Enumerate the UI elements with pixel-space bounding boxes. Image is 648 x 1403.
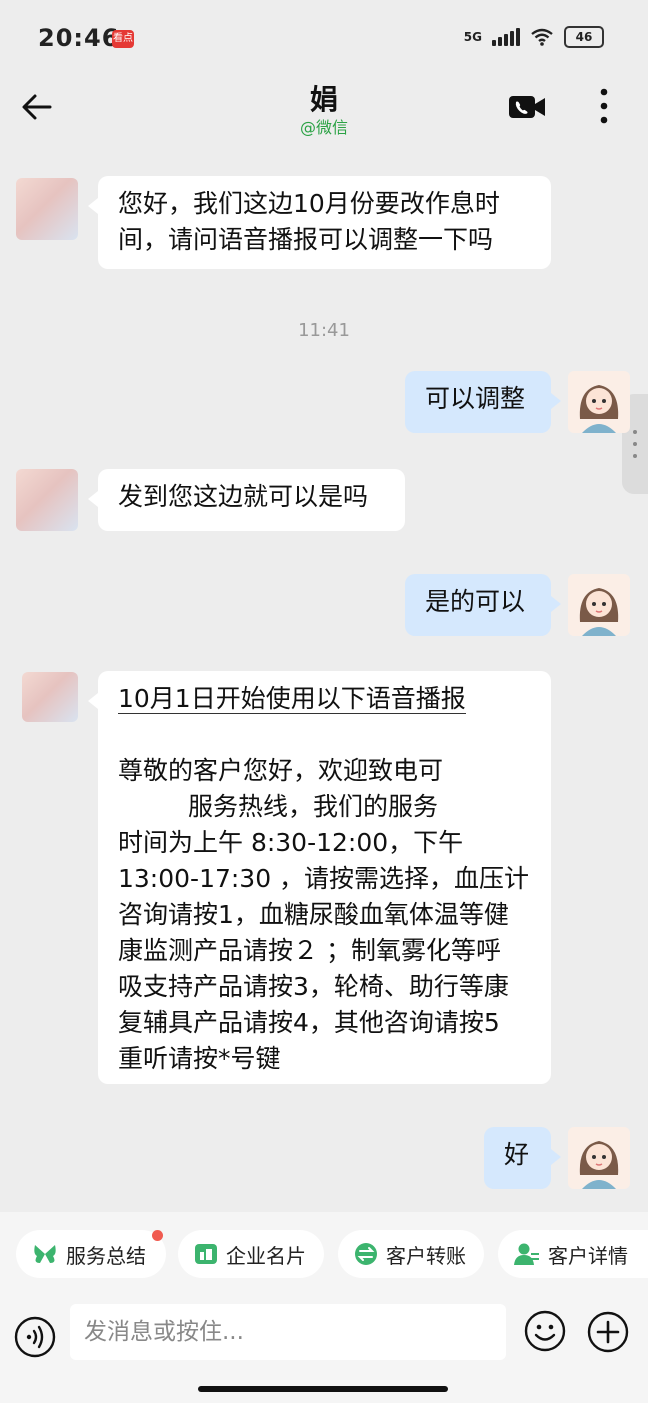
transfer-icon	[355, 1243, 377, 1265]
voice-input-icon[interactable]	[14, 1316, 56, 1358]
message-timestamp: 11:41	[298, 320, 350, 341]
message-bubble[interactable]: 您好，我们这边10月份要改作息时 间，请问语音播报可以调整一下吗	[88, 176, 551, 269]
message-bubble[interactable]: 发到您这边就可以是吗	[88, 469, 405, 531]
battery-indicator: 46	[564, 26, 604, 48]
message-input[interactable]: 发消息或按住...	[70, 1304, 506, 1360]
home-indicator[interactable]	[198, 1386, 448, 1392]
self-avatar[interactable]	[568, 371, 630, 433]
business-card-button[interactable]: 企业名片	[178, 1230, 324, 1278]
contact-avatar[interactable]	[16, 178, 78, 240]
video-call-icon[interactable]	[508, 92, 546, 122]
quick-action-bar: 服务总结 企业名片 客户转账 客户详情	[0, 1212, 648, 1298]
self-avatar[interactable]	[568, 574, 630, 636]
wifi-icon	[531, 28, 553, 46]
contact-source: @微信	[299, 118, 348, 137]
message-bubble[interactable]: 好	[484, 1127, 561, 1189]
contact-name: 娟	[309, 83, 338, 116]
self-avatar-illustration	[579, 1141, 619, 1189]
status-time: 20:46	[38, 24, 120, 52]
signal-icon	[492, 28, 520, 46]
status-indicators: 5G 46	[464, 26, 604, 48]
chat-header: 娟 @微信	[0, 76, 648, 146]
more-options-icon[interactable]	[596, 86, 612, 126]
contact-avatar[interactable]	[22, 672, 78, 722]
self-avatar-illustration	[579, 588, 619, 636]
message-input-bar: 发消息或按住...	[0, 1298, 648, 1403]
message-bubble[interactable]: 是的可以	[405, 574, 561, 636]
customer-icon	[514, 1243, 539, 1265]
status-bar: 20:46 看点 5G 46	[0, 0, 648, 76]
card-icon	[195, 1244, 217, 1264]
customer-details-button[interactable]: 客户详情	[498, 1230, 648, 1278]
butterfly-icon	[34, 1245, 56, 1263]
message-list[interactable]: 您好，我们这边10月份要改作息时 间，请问语音播报可以调整一下吗 11:41 可…	[0, 146, 648, 1212]
plus-icon[interactable]	[586, 1310, 630, 1354]
message-bubble[interactable]: 可以调整	[405, 371, 561, 433]
self-avatar[interactable]	[568, 1127, 630, 1189]
customer-transfer-button[interactable]: 客户转账	[338, 1230, 484, 1278]
self-avatar-illustration	[579, 385, 619, 433]
network-type: 5G	[463, 30, 482, 44]
service-summary-button[interactable]: 服务总结	[16, 1230, 166, 1278]
emoji-icon[interactable]	[524, 1310, 566, 1352]
contact-avatar[interactable]	[16, 469, 78, 531]
notification-dot	[152, 1230, 163, 1241]
message-bubble[interactable]: 10月1日开始使用以下语音播报 尊敬的客户您好，欢迎致电可 服务热线，我们的服务…	[88, 671, 551, 1084]
app-notification-icon: 看点	[112, 30, 134, 48]
